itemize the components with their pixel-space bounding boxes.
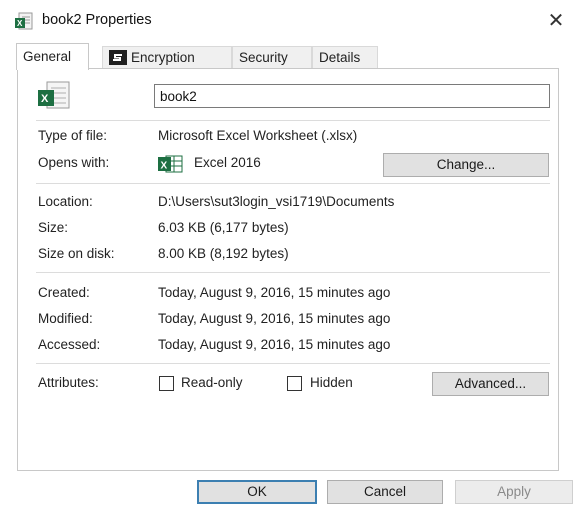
- separator: [36, 363, 550, 364]
- tab-details[interactable]: Details: [312, 46, 378, 68]
- svg-text:X: X: [17, 19, 23, 28]
- advanced-button[interactable]: Advanced...: [432, 372, 549, 396]
- tab-label: Security: [239, 50, 288, 65]
- location-value: D:\Users\sut3login_vsi1719\Documents: [158, 194, 395, 209]
- created-label: Created:: [38, 285, 90, 300]
- accessed-label: Accessed:: [38, 337, 101, 352]
- location-label: Location:: [38, 194, 93, 209]
- readonly-label: Read-only: [181, 375, 243, 390]
- attributes-label: Attributes:: [38, 375, 99, 390]
- excel-file-icon: X: [15, 12, 33, 30]
- separator: [36, 272, 550, 273]
- tab-security[interactable]: Security: [232, 46, 312, 68]
- tab-label: Encryption: [131, 50, 195, 65]
- separator: [36, 183, 550, 184]
- size-on-disk-value: 8.00 KB (8,192 bytes): [158, 246, 289, 261]
- svg-text:X: X: [161, 161, 168, 172]
- encryption-icon: [109, 50, 127, 65]
- svg-text:X: X: [41, 93, 49, 105]
- opens-with-value: Excel 2016: [194, 155, 261, 170]
- opens-with-label: Opens with:: [38, 155, 110, 170]
- tab-general[interactable]: General: [16, 43, 89, 70]
- hidden-label: Hidden: [310, 375, 353, 390]
- size-label: Size:: [38, 220, 69, 235]
- change-button[interactable]: Change...: [383, 153, 549, 177]
- properties-dialog: X book2 Properties ✕ General Encryption …: [0, 0, 577, 508]
- separator: [36, 120, 550, 121]
- file-name-input[interactable]: [154, 84, 550, 108]
- size-on-disk-label: Size on disk:: [38, 246, 115, 261]
- close-icon: ✕: [547, 10, 565, 32]
- excel-file-icon: X: [38, 81, 70, 109]
- tab-label: Details: [319, 50, 361, 65]
- title-bar: X book2 Properties ✕: [0, 0, 577, 40]
- tab-encryption[interactable]: Encryption: [102, 46, 232, 68]
- created-value: Today, August 9, 2016, 15 minutes ago: [158, 285, 391, 300]
- tab-label: General: [23, 49, 72, 64]
- modified-label: Modified:: [38, 311, 93, 326]
- apply-button[interactable]: Apply: [455, 480, 573, 504]
- size-value: 6.03 KB (6,177 bytes): [158, 220, 289, 235]
- excel-app-icon: X: [158, 155, 183, 173]
- accessed-value: Today, August 9, 2016, 15 minutes ago: [158, 337, 391, 352]
- ok-button[interactable]: OK: [197, 480, 317, 504]
- type-value: Microsoft Excel Worksheet (.xlsx): [158, 128, 358, 143]
- window-title: book2 Properties: [42, 12, 152, 28]
- type-label: Type of file:: [38, 128, 108, 143]
- readonly-checkbox[interactable]: [159, 376, 174, 391]
- close-button[interactable]: ✕: [540, 6, 572, 36]
- cancel-button[interactable]: Cancel: [327, 480, 443, 504]
- modified-value: Today, August 9, 2016, 15 minutes ago: [158, 311, 391, 326]
- hidden-checkbox[interactable]: [287, 376, 302, 391]
